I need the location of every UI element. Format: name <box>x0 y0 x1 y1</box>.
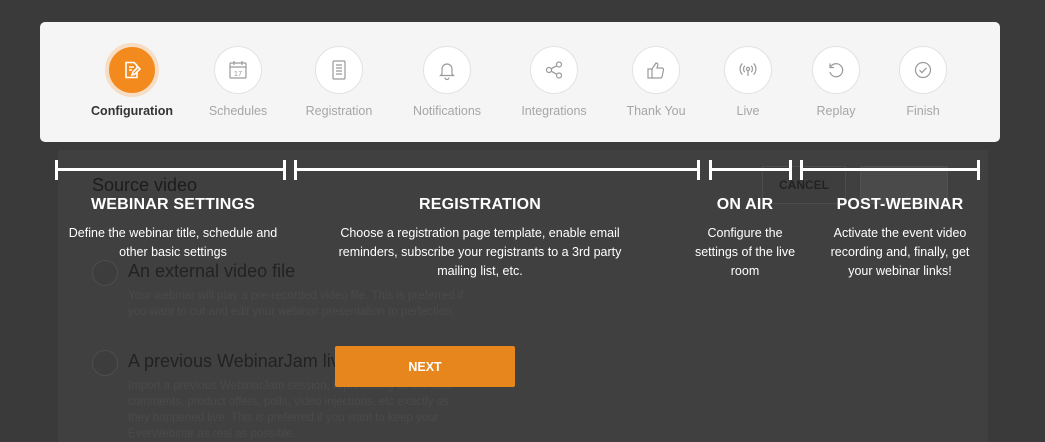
form-icon <box>315 46 363 94</box>
broadcast-icon <box>724 46 772 94</box>
external-video-option-desc: Your webinar will play a pre-recorded vi… <box>128 290 464 318</box>
phase-on-air: ON AIR Configure the settings of the liv… <box>684 196 806 281</box>
phase-title: ON AIR <box>716 196 774 213</box>
phase-description: Choose a registration page template, ena… <box>338 226 622 278</box>
calendar-icon: 17 <box>214 46 262 94</box>
step-label: Notifications <box>412 104 482 118</box>
step-label: Registration <box>305 104 373 118</box>
registration-bracket <box>294 160 700 180</box>
replay-icon <box>812 46 860 94</box>
external-video-radio[interactable] <box>92 260 118 286</box>
phase-description: Configure the settings of the live room <box>694 226 796 278</box>
step-label: Finish <box>906 104 940 118</box>
external-video-option-title: An external video file <box>128 261 296 281</box>
phase-title: WEBINAR SETTINGS <box>90 196 256 213</box>
next-button[interactable]: NEXT <box>335 346 515 387</box>
svg-text:17: 17 <box>234 69 242 78</box>
on-air-bracket <box>709 160 792 180</box>
thumbs-up-icon <box>632 46 680 94</box>
phase-webinar-settings: WEBINAR SETTINGS Define the webinar titl… <box>50 196 296 262</box>
step-integrations[interactable]: Integrations <box>499 22 609 142</box>
step-schedules[interactable]: 17 Schedules <box>183 22 293 142</box>
phase-title: POST-WEBINAR <box>836 196 964 213</box>
phase-post-webinar: POST-WEBINAR Activate the event video re… <box>815 196 985 281</box>
previous-live-radio[interactable] <box>92 350 118 376</box>
phase-registration: REGISTRATION Choose a registration page … <box>310 196 650 281</box>
webinar-settings-bracket <box>55 160 286 180</box>
step-finish[interactable]: Finish <box>868 22 978 142</box>
phase-title: REGISTRATION <box>418 196 542 213</box>
step-registration[interactable]: Registration <box>284 22 394 142</box>
post-webinar-bracket <box>800 160 980 180</box>
step-label: Schedules <box>208 104 268 118</box>
step-label: Configuration <box>91 104 173 118</box>
wizard-stepper: Configuration 17 Schedules Registration <box>40 22 1000 142</box>
bell-icon <box>423 46 471 94</box>
previous-live-option-desc: Import a previous WebinarJam session, re… <box>128 380 453 440</box>
phase-description: Define the webinar title, schedule and o… <box>68 226 278 259</box>
phase-description: Activate the event video recording and, … <box>830 226 970 278</box>
step-label: Integrations <box>521 104 587 118</box>
step-configuration[interactable]: Configuration <box>77 22 187 142</box>
share-icon <box>530 46 578 94</box>
check-circle-icon <box>899 46 947 94</box>
edit-document-icon <box>105 43 159 97</box>
step-notifications[interactable]: Notifications <box>392 22 502 142</box>
previous-live-option-title: A previous WebinarJam live <box>128 351 350 371</box>
